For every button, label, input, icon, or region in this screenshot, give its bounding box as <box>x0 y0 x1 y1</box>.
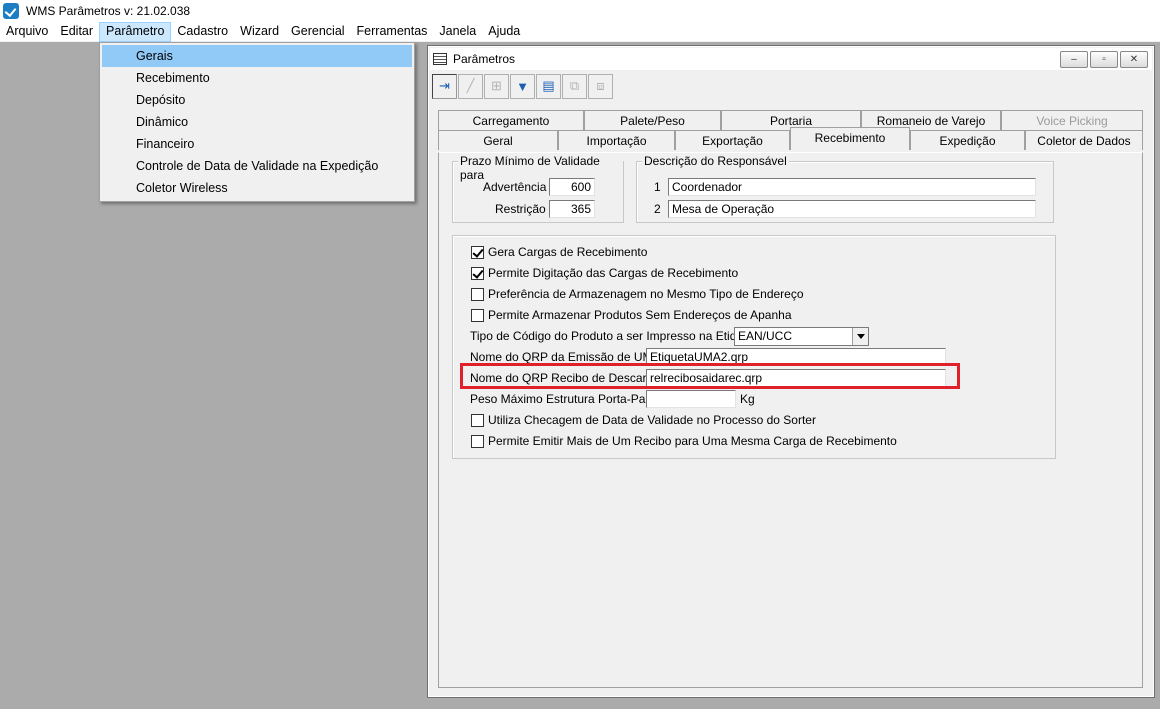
chevron-down-icon[interactable] <box>852 328 868 345</box>
advertencia-field[interactable]: 600 <box>549 178 595 196</box>
menu-item-recebimento[interactable]: Recebimento <box>102 67 412 89</box>
tab-palete-peso[interactable]: Palete/Peso <box>584 110 721 130</box>
permite-emitir-label: Permite Emitir Mais de Um Recibo para Um… <box>488 434 897 448</box>
tab-control: Carregamento Palete/Peso Portaria Romane… <box>438 110 1143 150</box>
tipo-codigo-value: EAN/UCC <box>738 329 793 343</box>
menu-ferramentas[interactable]: Ferramentas <box>351 22 434 42</box>
menu-item-controle-validade[interactable]: Controle de Data de Validade na Expediçã… <box>102 155 412 177</box>
qrp-uma-field[interactable]: EtiquetaUMA2.qrp <box>646 348 946 366</box>
tipo-codigo-select[interactable]: EAN/UCC <box>734 327 869 346</box>
menu-wizard[interactable]: Wizard <box>234 22 285 42</box>
utiliza-checagem-label: Utiliza Checagem de Data de Validade no … <box>488 413 816 427</box>
tab-row-front: Geral Importação Exportação Recebimento … <box>438 127 1143 150</box>
permite-emitir-checkbox[interactable] <box>471 435 484 448</box>
menu-arquivo[interactable]: Arquivo <box>0 22 54 42</box>
menu-janela[interactable]: Janela <box>433 22 482 42</box>
copy-icon[interactable]: ⧉ <box>562 73 587 99</box>
restore-button[interactable]: ▫ <box>1090 51 1118 68</box>
tab-expedicao[interactable]: Expedição <box>910 130 1025 150</box>
app-root: WMS Parâmetros v: 21.02.038 Arquivo Edit… <box>0 0 1160 709</box>
responsavel-groupbox: Descrição do Responsável 1 Coordenador 2… <box>636 154 1054 223</box>
edit-icon[interactable]: ╱ <box>458 73 483 99</box>
title-bar: WMS Parâmetros v: 21.02.038 <box>0 0 1160 22</box>
tab-importacao[interactable]: Importação <box>558 130 675 150</box>
prazo-title: Prazo Mínimo de Validade para <box>458 154 623 182</box>
menu-item-dinamico[interactable]: Dinâmico <box>102 111 412 133</box>
menu-item-coletor-wireless[interactable]: Coletor Wireless <box>102 177 412 199</box>
qrp-recibo-label: Nome do QRP Recibo de Descarga <box>470 371 660 385</box>
parametro-dropdown: Gerais Recebimento Depósito Dinâmico Fin… <box>99 42 415 202</box>
advertencia-label: Advertência <box>483 180 547 194</box>
minimize-button[interactable]: ‒ <box>1060 51 1088 68</box>
responsavel-1-num: 1 <box>654 180 661 194</box>
close-button[interactable]: ✕ <box>1120 51 1148 68</box>
tab-coletor-dados[interactable]: Coletor de Dados <box>1025 130 1143 150</box>
tab-carregamento[interactable]: Carregamento <box>438 110 584 130</box>
permite-digitacao-label: Permite Digitação das Cargas de Recebime… <box>488 266 739 280</box>
utiliza-checagem-checkbox[interactable] <box>471 414 484 427</box>
recebimento-panel: Prazo Mínimo de Validade para Advertênci… <box>438 152 1143 688</box>
print-icon[interactable]: ▤ <box>536 73 561 99</box>
peso-field[interactable] <box>646 390 736 408</box>
gera-cargas-label: Gera Cargas de Recebimento <box>488 245 648 259</box>
permite-armazenar-label: Permite Armazenar Produtos Sem Endereços… <box>488 308 792 322</box>
exit-icon[interactable]: ⇥ <box>432 73 457 99</box>
prazo-groupbox: Prazo Mínimo de Validade para Advertênci… <box>452 154 624 223</box>
menu-item-financeiro[interactable]: Financeiro <box>102 133 412 155</box>
parametros-title-bar: Parâmetros ‒ ▫ ✕ <box>430 48 1152 70</box>
menu-item-deposito[interactable]: Depósito <box>102 89 412 111</box>
options-groupbox: Gera Cargas de Recebimento Permite Digit… <box>452 235 1056 459</box>
peso-unit: Kg <box>740 392 755 406</box>
qrp-recibo-field[interactable]: relrecibosaidarec.qrp <box>646 369 946 387</box>
tab-voice-picking[interactable]: Voice Picking <box>1001 110 1143 130</box>
tab-geral[interactable]: Geral <box>438 130 558 150</box>
responsavel-title: Descrição do Responsável <box>642 154 789 168</box>
form-icon <box>433 53 447 65</box>
parametros-window: Parâmetros ‒ ▫ ✕ ⇥ ╱ ⊞ ▼ ▤ ⧉ ⧈ Carregame… <box>427 45 1155 698</box>
tab-exportacao[interactable]: Exportação <box>675 130 790 150</box>
add-icon[interactable]: ⊞ <box>484 73 509 99</box>
toolbar: ⇥ ╱ ⊞ ▼ ▤ ⧉ ⧈ <box>432 72 613 100</box>
restricao-label: Restrição <box>495 202 546 216</box>
responsavel-1-field[interactable]: Coordenador <box>668 178 1036 196</box>
parametros-title: Parâmetros <box>453 52 516 66</box>
app-icon <box>3 3 19 19</box>
preferencia-checkbox[interactable] <box>471 288 484 301</box>
restricao-field[interactable]: 365 <box>549 200 595 218</box>
menu-cadastro[interactable]: Cadastro <box>171 22 234 42</box>
save-icon[interactable]: ▼ <box>510 73 535 99</box>
app-title: WMS Parâmetros v: 21.02.038 <box>26 4 191 18</box>
tab-recebimento[interactable]: Recebimento <box>790 127 910 150</box>
qrp-uma-label: Nome do QRP da Emissão de UMA <box>470 350 661 364</box>
peso-label: Peso Máximo Estrutura Porta-Palete <box>470 392 665 406</box>
menu-parametro[interactable]: Parâmetro <box>99 21 172 42</box>
menu-item-gerais[interactable]: Gerais <box>102 45 412 67</box>
menu-gerencial[interactable]: Gerencial <box>285 22 351 42</box>
tipo-codigo-label: Tipo de Código do Produto a ser Impresso… <box>470 329 760 343</box>
paste-icon[interactable]: ⧈ <box>588 73 613 99</box>
menu-ajuda[interactable]: Ajuda <box>482 22 526 42</box>
gera-cargas-checkbox[interactable] <box>471 246 484 259</box>
menu-bar: Arquivo Editar Parâmetro Cadastro Wizard… <box>0 21 1160 42</box>
permite-armazenar-checkbox[interactable] <box>471 309 484 322</box>
menu-editar[interactable]: Editar <box>54 22 99 42</box>
permite-digitacao-checkbox[interactable] <box>471 267 484 280</box>
responsavel-2-num: 2 <box>654 202 661 216</box>
preferencia-label: Preferência de Armazenagem no Mesmo Tipo… <box>488 287 804 301</box>
responsavel-2-field[interactable]: Mesa de Operação <box>668 200 1036 218</box>
